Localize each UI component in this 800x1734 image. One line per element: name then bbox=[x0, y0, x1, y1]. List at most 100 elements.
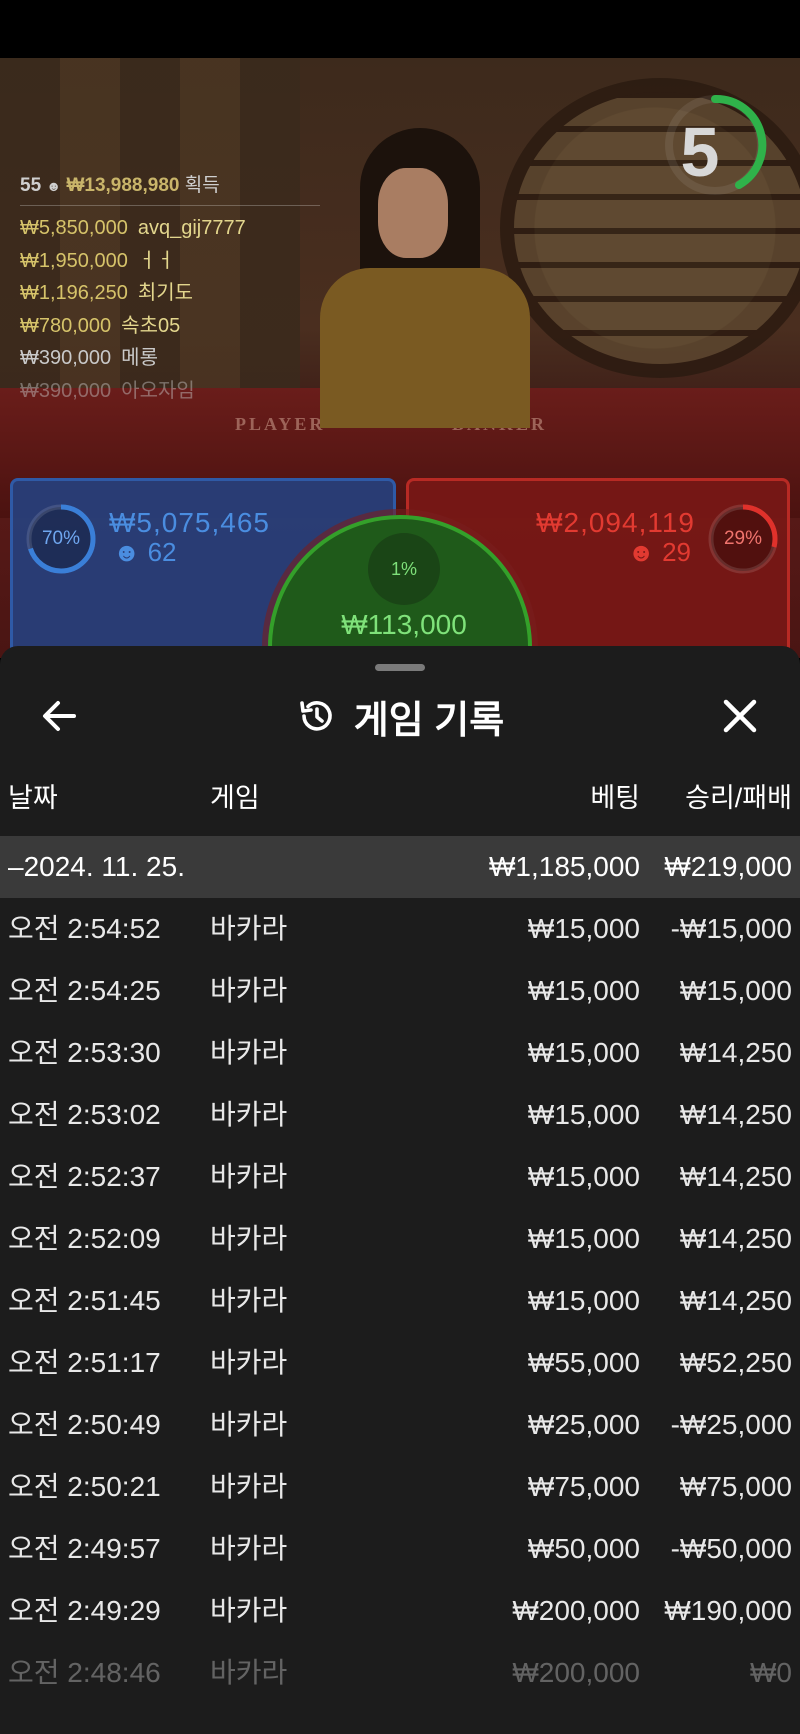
summary-result-total: ₩219,000 bbox=[664, 851, 792, 882]
countdown-number: 5 bbox=[680, 113, 720, 191]
close-button[interactable] bbox=[710, 686, 770, 746]
row-time: 오전 2:53:02 bbox=[8, 1099, 161, 1130]
row-bet: ₩200,000 bbox=[512, 1657, 640, 1688]
history-icon bbox=[299, 701, 332, 731]
game-history-sheet: 게임 기록 날짜 게임 베팅 승리/패배 –2024. 11. 25. ₩1,1… bbox=[0, 646, 800, 1734]
dealer bbox=[300, 128, 540, 428]
user-icon: ☻ bbox=[46, 178, 62, 194]
history-row[interactable]: 오전 2:54:25 바카라 ₩15,000 ₩15,000 bbox=[0, 960, 800, 1022]
row-result: ₩14,250 bbox=[679, 1037, 792, 1068]
row-game: 바카라 bbox=[210, 975, 288, 1006]
column-result: 승리/패배 bbox=[685, 783, 792, 813]
date-summary-row[interactable]: –2024. 11. 25. ₩1,185,000 ₩219,000 bbox=[0, 836, 800, 898]
leaderboard-entry: ₩390,000 메롱 bbox=[20, 347, 158, 369]
player-percent-ring: 70% bbox=[25, 503, 97, 575]
summary-date: –2024. 11. 25. bbox=[8, 851, 185, 882]
row-bet: ₩55,000 bbox=[527, 1347, 640, 1378]
row-time: 오전 2:50:21 bbox=[8, 1471, 161, 1502]
row-result: ₩15,000 bbox=[679, 975, 792, 1006]
row-result: ₩75,000 bbox=[679, 1471, 792, 1502]
row-result: ₩0 bbox=[750, 1657, 792, 1688]
history-row[interactable]: 오전 2:52:09 바카라 ₩15,000 ₩14,250 bbox=[0, 1208, 800, 1270]
history-row[interactable]: 오전 2:53:02 바카라 ₩15,000 ₩14,250 bbox=[0, 1084, 800, 1146]
player-percent: 70% bbox=[41, 528, 81, 549]
row-result: ₩14,250 bbox=[679, 1099, 792, 1130]
row-time: 오전 2:51:17 bbox=[8, 1347, 161, 1378]
row-game: 바카라 bbox=[210, 1471, 288, 1502]
history-row[interactable]: 오전 2:52:37 바카라 ₩15,000 ₩14,250 bbox=[0, 1146, 800, 1208]
row-result: -₩25,000 bbox=[670, 1409, 792, 1440]
row-result: ₩52,250 bbox=[679, 1347, 792, 1378]
leaderboard-entry: ₩780,000 속초05 bbox=[20, 314, 181, 337]
tie-percent: 1% bbox=[390, 559, 417, 579]
history-row[interactable]: 오전 2:53:30 바카라 ₩15,000 ₩14,250 bbox=[0, 1022, 800, 1084]
row-time: 오전 2:51:45 bbox=[8, 1285, 161, 1316]
row-bet: ₩15,000 bbox=[527, 913, 640, 944]
banker-percent-ring: 29% bbox=[707, 503, 779, 575]
person-icon: ☻ bbox=[627, 537, 655, 567]
close-icon bbox=[723, 699, 757, 733]
row-result: ₩14,250 bbox=[679, 1161, 792, 1192]
row-time: 오전 2:53:30 bbox=[8, 1037, 161, 1068]
row-time: 오전 2:49:29 bbox=[8, 1595, 161, 1626]
row-game: 바카라 bbox=[210, 913, 288, 944]
leaderboard-header: 55 ☻ ₩13,988,980 획득 bbox=[20, 170, 320, 206]
row-game: 바카라 bbox=[210, 1657, 288, 1688]
history-row[interactable]: 오전 2:49:29 바카라 ₩200,000 ₩190,000 bbox=[0, 1580, 800, 1642]
row-result: -₩50,000 bbox=[670, 1533, 792, 1564]
tie-pot-amount: ₩113,000 bbox=[341, 609, 467, 640]
row-game: 바카라 bbox=[210, 1223, 288, 1254]
row-bet: ₩15,000 bbox=[527, 1223, 640, 1254]
leaderboard-entry: ₩390,000 아오자임 bbox=[20, 379, 195, 402]
winner-count: 55 bbox=[20, 175, 42, 196]
leaderboard-entry: ₩1,196,250 최기도 bbox=[20, 282, 194, 304]
row-bet: ₩15,000 bbox=[527, 975, 640, 1006]
row-game: 바카라 bbox=[210, 1285, 288, 1316]
history-row[interactable]: 오전 2:48:46 바카라 ₩200,000 ₩0 bbox=[0, 1642, 800, 1704]
row-bet: ₩15,000 bbox=[527, 1099, 640, 1130]
table-header: 날짜 게임 베팅 승리/패배 bbox=[0, 776, 800, 820]
history-row[interactable]: 오전 2:54:52 바카라 ₩15,000 -₩15,000 bbox=[0, 898, 800, 960]
row-time: 오전 2:54:25 bbox=[8, 975, 161, 1006]
leaderboard-entry: ₩5,850,000 avq_gij7777 bbox=[20, 217, 246, 239]
row-result: ₩190,000 bbox=[664, 1595, 792, 1626]
history-row[interactable]: 오전 2:51:45 바카라 ₩15,000 ₩14,250 bbox=[0, 1270, 800, 1332]
leaderboard-total-suffix: 획득 bbox=[184, 175, 220, 196]
row-bet: ₩15,000 bbox=[527, 1285, 640, 1316]
banker-bettor-count: ☻ 29 bbox=[627, 537, 691, 567]
row-game: 바카라 bbox=[210, 1037, 288, 1068]
row-game: 바카라 bbox=[210, 1347, 288, 1378]
row-bet: ₩75,000 bbox=[527, 1471, 640, 1502]
row-time: 오전 2:49:57 bbox=[8, 1533, 161, 1564]
banker-percent: 29% bbox=[723, 528, 763, 549]
person-icon: ☻ bbox=[113, 537, 141, 567]
row-bet: ₩15,000 bbox=[527, 1161, 640, 1192]
player-pot-amount: ₩5,075,465 bbox=[109, 507, 270, 538]
column-date: 날짜 bbox=[8, 783, 58, 813]
row-game: 바카라 bbox=[210, 1595, 288, 1626]
row-result: -₩15,000 bbox=[670, 913, 792, 944]
row-bet: ₩200,000 bbox=[512, 1595, 640, 1626]
winners-leaderboard: 55 ☻ ₩13,988,980 획득 ₩5,850,000 avq_gij777… bbox=[20, 170, 320, 407]
row-time: 오전 2:48:46 bbox=[8, 1657, 161, 1688]
history-row[interactable]: 오전 2:50:21 바카라 ₩75,000 ₩75,000 bbox=[0, 1456, 800, 1518]
history-row[interactable]: 오전 2:49:57 바카라 ₩50,000 -₩50,000 bbox=[0, 1518, 800, 1580]
drag-handle[interactable] bbox=[375, 664, 425, 671]
row-time: 오전 2:54:52 bbox=[8, 913, 161, 944]
history-row[interactable]: 오전 2:51:17 바카라 ₩55,000 ₩52,250 bbox=[0, 1332, 800, 1394]
banker-pot-amount: ₩2,094,119 bbox=[536, 507, 695, 538]
row-game: 바카라 bbox=[210, 1099, 288, 1130]
row-result: ₩14,250 bbox=[679, 1285, 792, 1316]
row-game: 바카라 bbox=[210, 1409, 288, 1440]
column-game: 게임 bbox=[210, 783, 260, 813]
player-bettor-count: ☻ 62 bbox=[113, 537, 177, 567]
history-row[interactable]: 오전 2:50:49 바카라 ₩25,000 -₩25,000 bbox=[0, 1394, 800, 1456]
sheet-header: 게임 기록 bbox=[0, 686, 800, 746]
row-time: 오전 2:52:09 bbox=[8, 1223, 161, 1254]
row-bet: ₩25,000 bbox=[527, 1409, 640, 1440]
leaderboard-total: ₩13,988,980 bbox=[66, 175, 180, 196]
sheet-title: 게임 기록 bbox=[353, 699, 505, 742]
history-list: 오전 2:54:52 바카라 ₩15,000 -₩15,000 오전 2:54:25 바카… bbox=[0, 898, 800, 1704]
row-result: ₩14,250 bbox=[679, 1223, 792, 1254]
column-bet: 베팅 bbox=[590, 783, 640, 813]
